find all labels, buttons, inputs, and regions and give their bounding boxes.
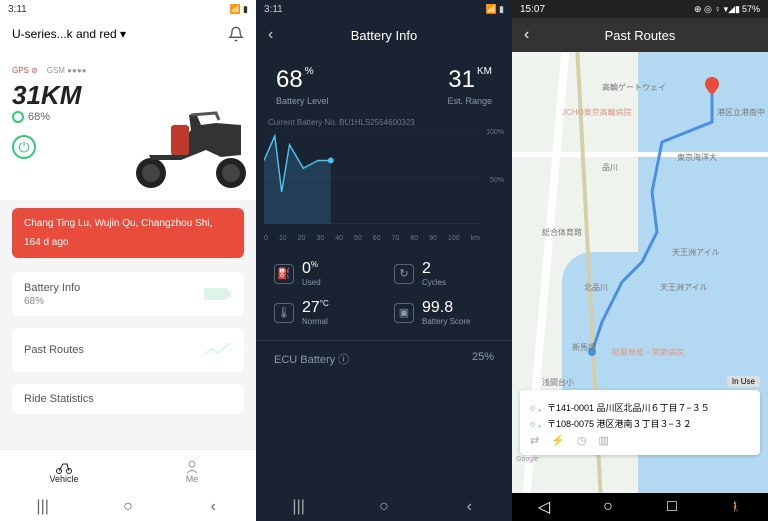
recent-apps-icon[interactable]: ||| [292,500,306,514]
battery-number: Current Battery No. BU1HLS2554600323 [256,118,512,127]
card-battery[interactable]: Battery Info 68% [12,272,244,316]
app-header: U-series...k and red ▾ [0,18,256,50]
stat-level: 68% Battery Level [276,66,329,106]
map-attribution: Google [516,456,539,463]
score-icon: ▣ [394,303,414,323]
back-icon[interactable]: ◁ [537,500,551,514]
start-address: ○ 、〒141-0001 品川区北品川６丁目７−３５ [530,401,750,414]
recent-apps-icon[interactable]: □ [665,500,679,514]
home-icon[interactable]: ○ [121,500,135,514]
fuel-icon: ⛽ [274,264,294,284]
battery-chart: 100% 50% 0102030405060708090100km [264,131,504,246]
status-icons: 📶▮ [230,4,248,15]
alert-card[interactable]: Chang Ting Lu, Wujin Qu, Changzhou Shi, … [12,208,244,258]
metric-used: ⛽ 0%Used [274,260,374,287]
card-stats[interactable]: Ride Statistics [12,384,244,414]
end-address: ○ 、〒108-0075 港区港南３丁目３−３２ [530,417,750,430]
ecu-row[interactable]: ECU Battery ⓘ 25% [256,340,512,377]
status-icons: 📶▮ [486,4,504,15]
status-bar: 3:11 📶▮ [256,0,512,18]
route-metrics: ⇄ ⚡ ◷ ▥ [530,434,750,447]
status-time: 3:11 [264,4,283,15]
back-icon[interactable]: ‹ [462,500,476,514]
card-sub: 68% [24,296,232,307]
card-routes[interactable]: Past Routes [12,328,244,372]
top-stats: 68% Battery Level 31KM Est. Range [256,52,512,112]
home-icon[interactable]: ○ [377,500,391,514]
time-icon: ◷ [577,434,587,447]
metric-score: ▣ 99.8Battery Score [394,299,494,326]
status-bar: 15:07 ⊕ ◎ ♀ ▾◢▮57% [512,0,768,18]
card-title: Ride Statistics [24,393,232,405]
route-info-card[interactable]: In Use ○ 、〒141-0001 品川区北品川６丁目７−３５ ○ 、〒10… [520,390,760,455]
status-bar: 3:11 📶▮ [0,0,256,18]
card-title: Battery Info [24,282,232,294]
map-view[interactable]: 高輪ゲートウェイ JCHO東京高輪病院 港区立港南中 品川 東京海洋大 総合体育… [512,52,768,493]
metrics-grid: ⛽ 0%Used ↻ 2Cycles 🌡 27°CNormal ▣ 99.8Ba… [256,246,512,340]
hero-panel: GPS ⊘ GSM ●●●● 31KM 68% ⏻ [0,50,256,200]
status-time: 3:11 [8,4,27,15]
temp-icon: 🌡 [274,303,294,323]
screen-title: Battery Info [268,28,500,43]
metric-cycles: ↻ 2Cycles [394,260,494,287]
card-title: Past Routes [24,344,232,356]
power-button[interactable]: ⏻ [12,135,36,159]
recent-apps-icon[interactable]: ||| [36,500,50,514]
alert-location: Chang Ting Lu, Wujin Qu, Changzhou Shi, [24,218,232,229]
scooter-image [121,95,256,190]
phone-home: 3:11 📶▮ U-series...k and red ▾ GPS ⊘ GSM… [0,0,256,521]
metric-temp: 🌡 27°CNormal [274,299,374,326]
alert-time: 164 d ago [24,237,232,248]
pin-end-icon [705,77,719,95]
battery-icon [204,286,232,302]
nav-vehicle[interactable]: Vehicle [0,450,128,493]
system-bar: ||| ○ ‹ [256,493,512,521]
screen-header: ‹ Battery Info [256,18,512,52]
system-bar: ◁ ○ □ 🚶 [512,493,768,521]
bottom-nav: Vehicle Me [0,449,256,493]
chart-x-axis: 0102030405060708090100km [264,235,480,242]
phone-past-routes: 15:07 ⊕ ◎ ♀ ▾◢▮57% ‹ Past Routes 高輪ゲートウェ… [512,0,768,521]
vehicle-selector[interactable]: U-series...k and red ▾ [12,27,126,41]
accessibility-icon[interactable]: 🚶 [729,500,743,514]
home-icon[interactable]: ○ [601,500,615,514]
chart-svg [264,131,480,224]
back-icon[interactable]: ‹ [206,500,220,514]
points-icon: ▥ [599,434,609,447]
screen-header: ‹ Past Routes [512,18,768,52]
status-time: 15:07 [520,4,545,15]
system-bar: ||| ○ ‹ [0,493,256,521]
phone-battery-info: 3:11 📶▮ ‹ Battery Info 68% Battery Level… [256,0,512,521]
cycle-icon: ↻ [394,264,414,284]
nav-me[interactable]: Me [128,450,256,493]
vehicle-icon [55,460,73,474]
bell-icon[interactable] [228,26,244,42]
distance-icon: ⇄ [530,434,539,447]
gps-status: GPS ⊘ [12,66,38,75]
status-icons: ⊕ ◎ ♀ ▾◢▮57% [694,4,760,15]
stat-range: 31KM Est. Range [447,66,492,106]
person-icon [185,460,199,474]
screen-title: Past Routes [524,28,756,43]
gsm-status: GSM ●●●● [47,66,87,75]
in-use-badge: In Use [727,376,760,387]
speed-icon: ⚡ [551,434,565,447]
chart-icon [202,341,232,359]
